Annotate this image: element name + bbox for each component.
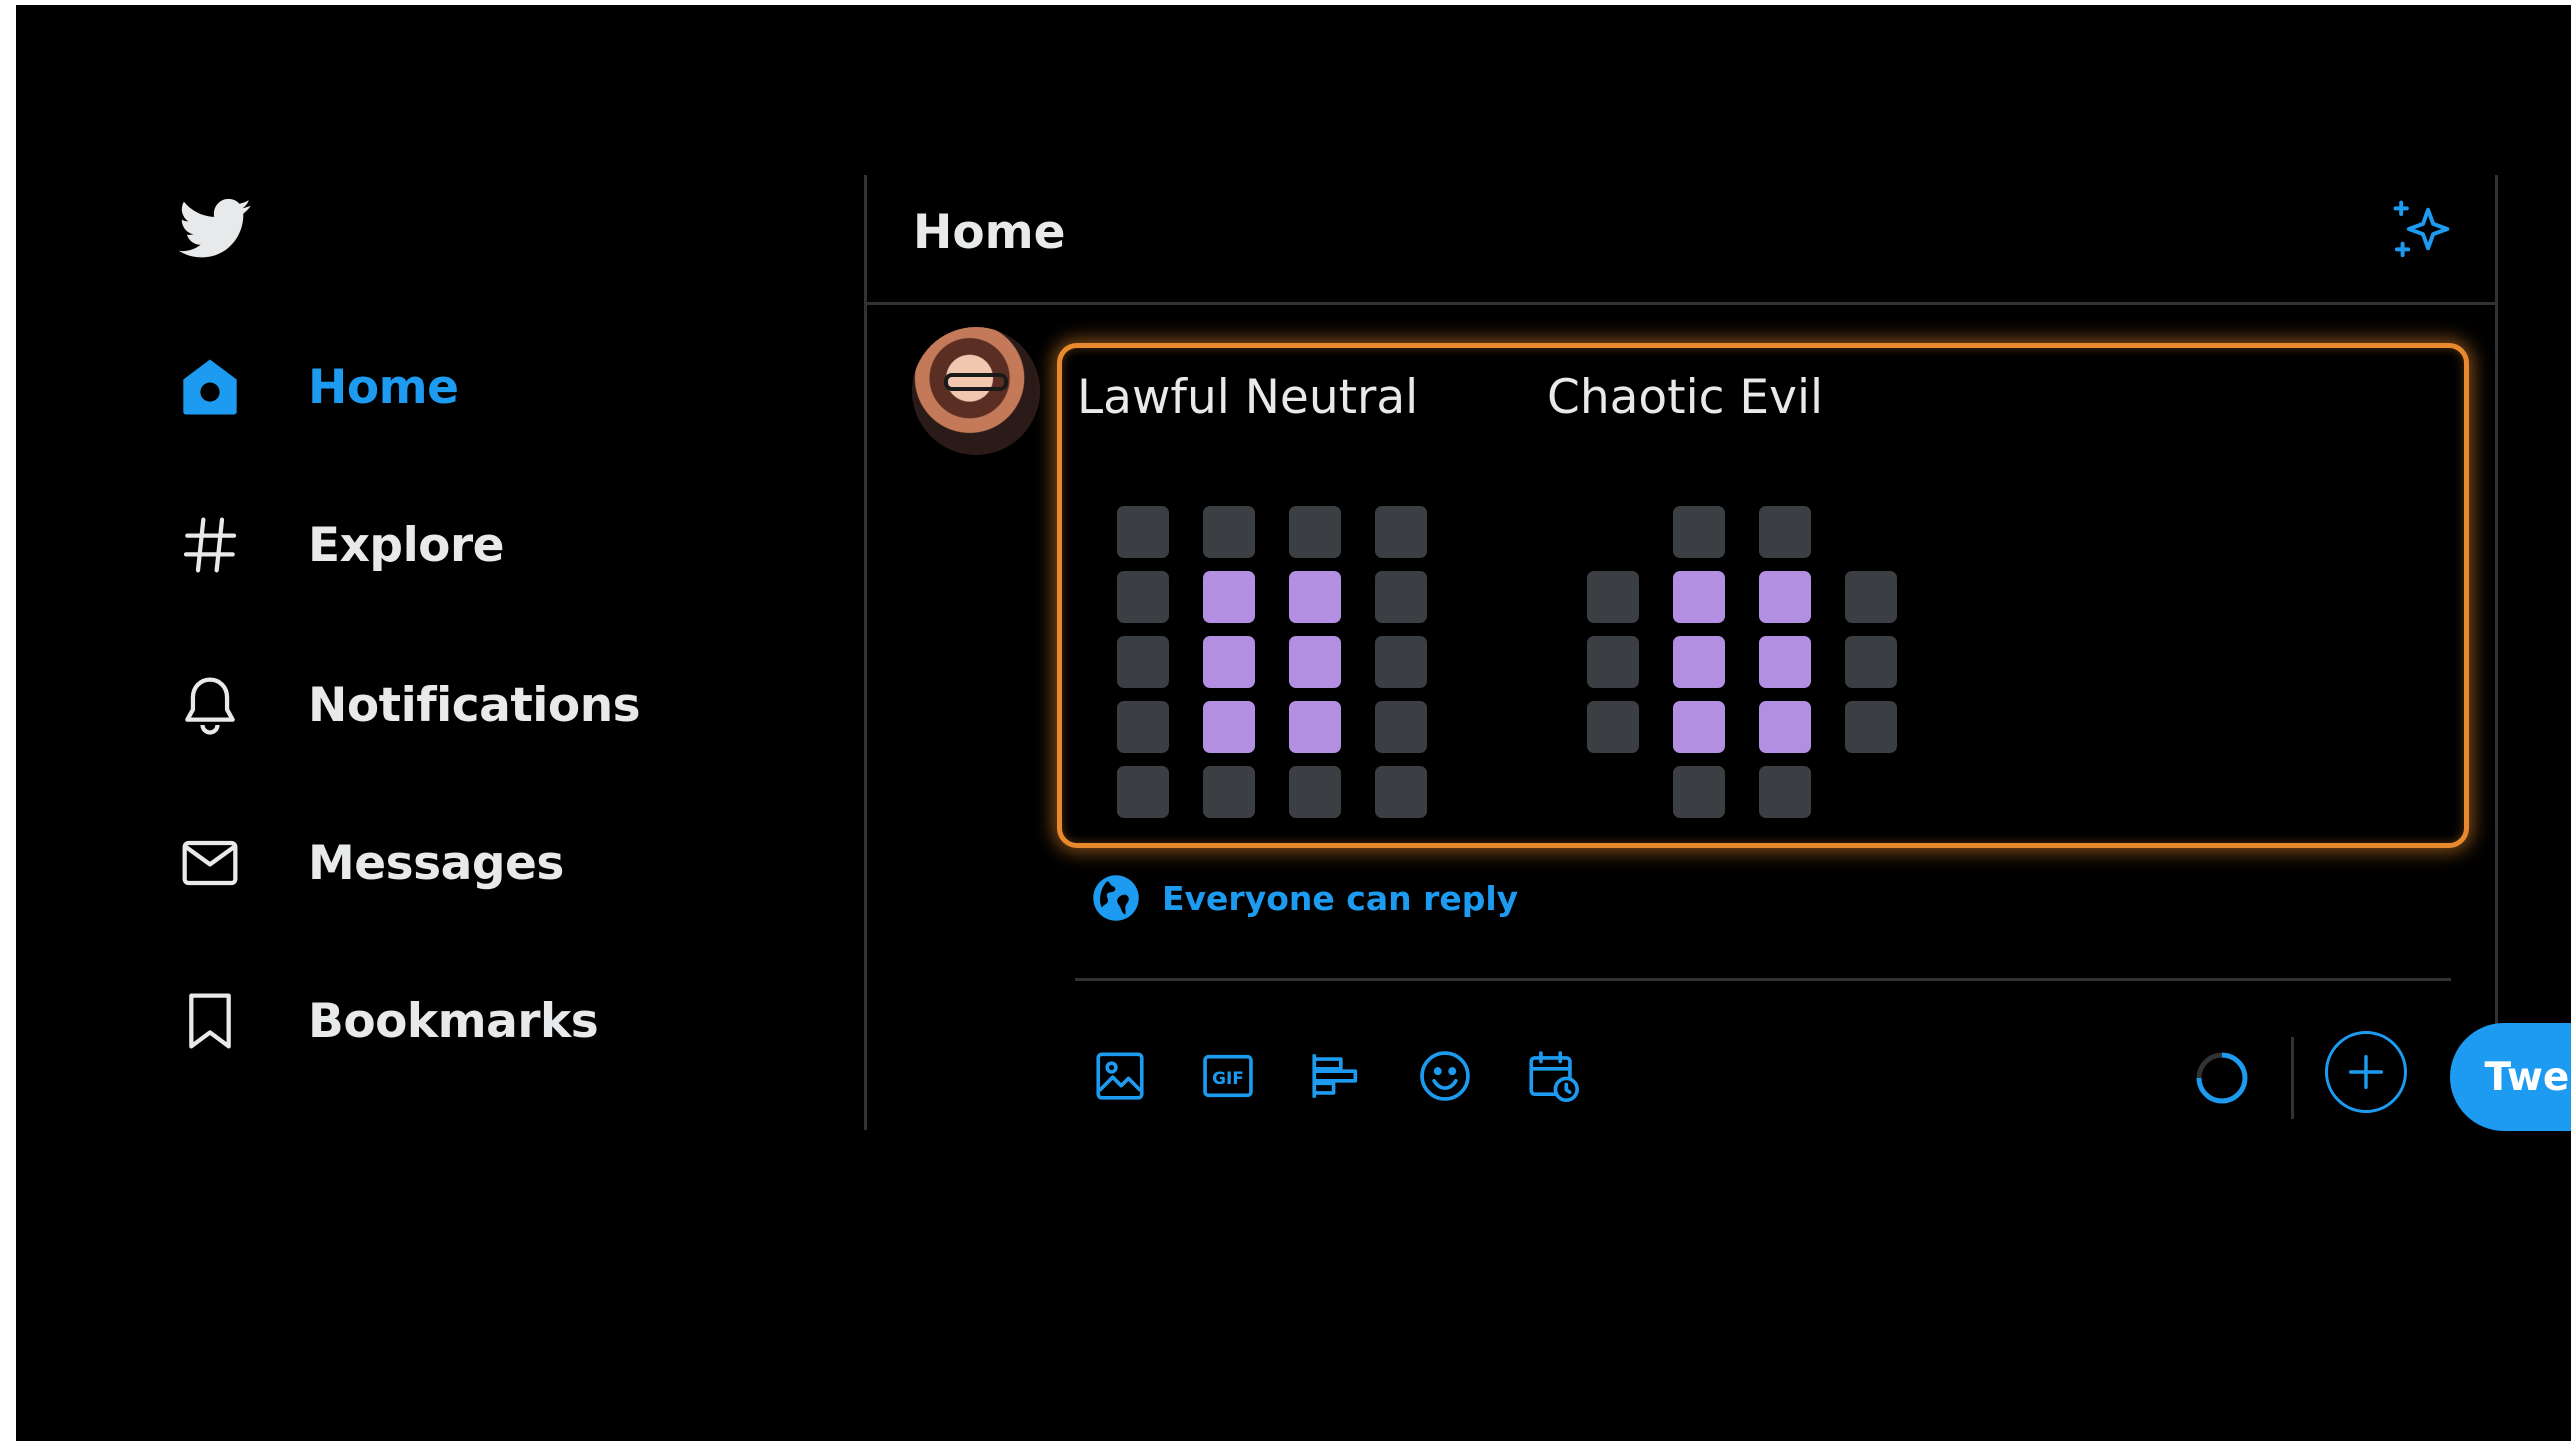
sparkle-icon[interactable] <box>2387 197 2455 265</box>
grid-cell-empty <box>1375 506 1427 558</box>
nav-item-messages[interactable]: Messages <box>178 813 564 913</box>
grid-cell-empty <box>1117 571 1169 623</box>
timeline-header: Home <box>867 175 2495 305</box>
reply-setting-button[interactable]: Everyone can reply <box>1090 872 1518 924</box>
grid-cell-filled <box>1673 571 1725 623</box>
grid-cell-empty <box>1673 506 1725 558</box>
grid-cell-empty <box>1117 766 1169 818</box>
grid-cell-empty <box>1375 636 1427 688</box>
grid-cell-empty <box>1117 506 1169 558</box>
grid-cell-filled <box>1759 636 1811 688</box>
nav-label-messages: Messages <box>308 835 564 891</box>
add-media-button[interactable] <box>1075 1031 1165 1121</box>
emoji-icon <box>1420 1051 1470 1101</box>
grid-cell-empty <box>1289 506 1341 558</box>
envelope-icon <box>178 831 242 895</box>
avatar[interactable] <box>912 327 1040 455</box>
grid-cell-filled <box>1203 701 1255 753</box>
image-icon <box>1096 1052 1144 1100</box>
twitter-logo-icon[interactable] <box>174 192 258 264</box>
main-column: Home Lawful Neutral Chaotic Evil Everyon… <box>864 175 2571 1131</box>
grid-cell-filled <box>1289 701 1341 753</box>
nav-item-bookmarks[interactable]: Bookmarks <box>178 971 599 1071</box>
grid-cell-empty <box>1117 636 1169 688</box>
globe-icon <box>1093 875 1139 921</box>
home-icon <box>178 355 242 419</box>
add-another-tweet-button[interactable] <box>2325 1031 2407 1113</box>
grid-cell-filled <box>1673 636 1725 688</box>
grid-cell-empty <box>1587 701 1639 753</box>
toolbar-separator <box>2291 1037 2294 1119</box>
grid-cell-empty <box>1203 506 1255 558</box>
grid-cell-empty <box>1587 571 1639 623</box>
schedule-button[interactable] <box>1508 1031 1598 1121</box>
plus-icon <box>2348 1054 2384 1090</box>
grid-cell-empty <box>1375 766 1427 818</box>
alignment-title: Chaotic Evil <box>1547 370 1824 425</box>
window-edge-top <box>0 0 2571 5</box>
nav-label-bookmarks: Bookmarks <box>308 993 599 1049</box>
reply-setting-label: Everyone can reply <box>1162 878 1519 918</box>
grid-cell-filled <box>1203 636 1255 688</box>
grid-cell-empty <box>1673 766 1725 818</box>
add-poll-button[interactable] <box>1291 1031 1381 1121</box>
hashtag-icon <box>178 513 242 577</box>
grid-cell-filled <box>1289 571 1341 623</box>
compose-divider <box>1075 978 2451 981</box>
poll-icon <box>1312 1054 1358 1098</box>
character-count-ring <box>2196 1052 2248 1104</box>
bookmark-icon <box>178 989 242 1053</box>
grid-cell-empty <box>1587 636 1639 688</box>
tweet-button[interactable]: Tweet <box>2450 1023 2571 1131</box>
page: Home Explore Notifications Messages Book… <box>0 0 2571 1441</box>
nav-label-home: Home <box>308 359 459 415</box>
add-emoji-button[interactable] <box>1400 1031 1490 1121</box>
grid-cell-empty <box>1845 636 1897 688</box>
bell-icon <box>178 673 242 737</box>
grid-cell-empty <box>1289 766 1341 818</box>
schedule-icon <box>1529 1051 1579 1102</box>
nav-item-notifications[interactable]: Notifications <box>178 655 641 755</box>
grid-cell-empty <box>1203 766 1255 818</box>
grid-cell-filled <box>1203 571 1255 623</box>
avatar-glasses <box>944 373 1008 391</box>
compose-content-highlighted[interactable]: Lawful Neutral Chaotic Evil <box>1057 343 2469 848</box>
gif-icon: GIF <box>1203 1054 1253 1098</box>
window-edge-left <box>0 0 16 1441</box>
grid-cell-empty <box>1845 701 1897 753</box>
grid-cell-empty <box>1117 701 1169 753</box>
page-title: Home <box>913 205 1066 260</box>
grid-cell-empty <box>1375 701 1427 753</box>
grid-cell-empty <box>1845 571 1897 623</box>
alignment-title: Lawful Neutral <box>1077 370 1419 425</box>
grid-cell-filled <box>1289 636 1341 688</box>
grid-cell-empty <box>1375 571 1427 623</box>
add-gif-button[interactable]: GIF <box>1183 1031 1273 1121</box>
grid-cell-filled <box>1759 701 1811 753</box>
nav-label-explore: Explore <box>308 517 505 573</box>
grid-cell-empty <box>1759 766 1811 818</box>
nav-item-explore[interactable]: Explore <box>178 495 505 595</box>
nav-item-home[interactable]: Home <box>178 337 459 437</box>
grid-cell-filled <box>1759 571 1811 623</box>
compose-toolbar: GIF Twe <box>1075 1023 2571 1131</box>
nav-label-notifications: Notifications <box>308 677 641 733</box>
grid-cell-filled <box>1673 701 1725 753</box>
svg-text:GIF: GIF <box>1212 1068 1244 1088</box>
grid-cell-empty <box>1759 506 1811 558</box>
